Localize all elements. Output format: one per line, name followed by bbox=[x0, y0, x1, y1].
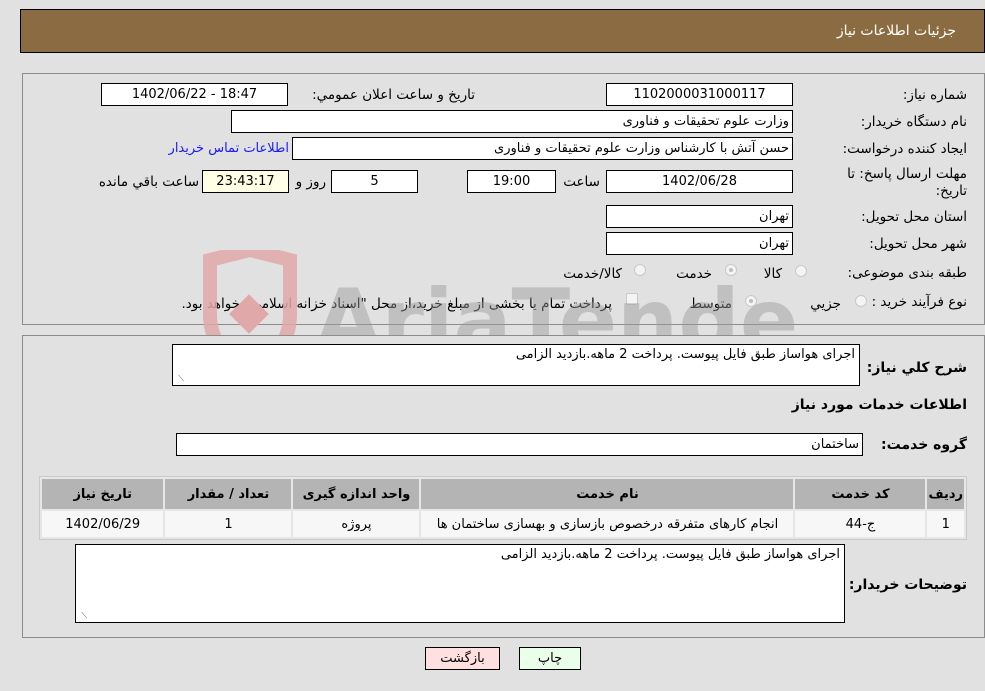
service-group-label: گروه خدمت: bbox=[881, 437, 967, 453]
requester-label: ایجاد کننده درخواست: bbox=[842, 141, 967, 157]
province-field: تهران bbox=[606, 205, 793, 228]
purchase-process-label: نوع فرآیند خرید : bbox=[871, 294, 967, 310]
back-button[interactable]: بازگشت bbox=[425, 647, 500, 670]
resize-grip-icon[interactable]: ⟋ bbox=[78, 611, 87, 620]
buyer-org-label: نام دستگاه خريدار: bbox=[860, 114, 967, 130]
page-header: جزئیات اطلاعات نیاز bbox=[20, 9, 985, 53]
process-radio-minor[interactable] bbox=[855, 295, 867, 307]
announce-datetime-label: تاریخ و ساعت اعلان عمومي: bbox=[312, 87, 475, 103]
description-textarea[interactable]: اجرای هواساز طبق فایل پیوست. پرداخت 2 ما… bbox=[172, 344, 860, 386]
category-radio-service[interactable] bbox=[725, 264, 737, 276]
cell-need-date: 1402/06/29 bbox=[42, 511, 164, 537]
treasury-note: پرداخت تمام یا بخشی از مبلغ خرید،از محل … bbox=[181, 296, 612, 312]
buyer-contact-link[interactable]: اطلاعات تماس خریدار bbox=[169, 141, 289, 156]
process-radio-medium[interactable] bbox=[745, 295, 757, 307]
process-option-minor: جزيي bbox=[810, 296, 841, 312]
col-header-need-date: تاریخ نیاز bbox=[42, 479, 164, 509]
deadline-label-line1: مهلت ارسال پاسخ: تا bbox=[847, 166, 967, 182]
buyer-notes-textarea[interactable]: اجرای هواساز طبق فایل پیوست. پرداخت 2 ما… bbox=[75, 544, 845, 623]
page-title: جزئیات اطلاعات نیاز bbox=[836, 23, 956, 39]
deadline-time-label: ساعت bbox=[563, 174, 600, 190]
city-label: شهر محل تحویل: bbox=[869, 236, 967, 252]
service-group-field: ساختمان bbox=[176, 433, 863, 456]
buyer-notes-label: توضیحات خریدار: bbox=[848, 577, 967, 593]
process-option-medium: متوسط bbox=[689, 296, 732, 312]
col-header-unit: واحد اندازه گیری bbox=[293, 479, 420, 509]
buyer-org-field: وزارت علوم تحقیقات و فناوری bbox=[231, 110, 793, 133]
announce-datetime-field: 1402/06/22 - 18:47 bbox=[101, 83, 288, 106]
cell-unit: پروژه bbox=[293, 511, 420, 537]
services-table: ردیف کد خدمت نام خدمت واحد اندازه گیری ت… bbox=[39, 476, 967, 540]
remaining-time-label: ساعت باقي مانده bbox=[98, 174, 199, 190]
remaining-time-field: 23:43:17 bbox=[202, 170, 289, 193]
col-header-service-name: نام خدمت bbox=[421, 479, 794, 509]
city-field: تهران bbox=[606, 232, 793, 255]
need-number-label: شماره نیاز: bbox=[902, 87, 967, 103]
province-label: استان محل تحویل: bbox=[861, 209, 967, 225]
days-label: روز و bbox=[295, 174, 326, 190]
description-text: اجرای هواساز طبق فایل پیوست. پرداخت 2 ما… bbox=[515, 347, 855, 362]
col-header-quantity: تعداد / مقدار bbox=[165, 479, 292, 509]
requester-field: حسن آتش با کارشناس وزارت علوم تحقیقات و … bbox=[292, 137, 793, 160]
category-label: طبقه بندی موضوعی: bbox=[847, 265, 967, 281]
cell-row-number: 1 bbox=[927, 511, 964, 537]
services-heading: اطلاعات خدمات مورد نیاز bbox=[791, 397, 967, 413]
category-option-goods-service: کالا/خدمت bbox=[563, 266, 622, 282]
col-header-service-code: کد خدمت bbox=[795, 479, 926, 509]
resize-grip-icon[interactable]: ⟋ bbox=[175, 374, 184, 383]
deadline-label-line2: تاریخ: bbox=[935, 183, 967, 199]
col-header-row-number: ردیف bbox=[927, 479, 964, 509]
table-header-row: ردیف کد خدمت نام خدمت واحد اندازه گیری ت… bbox=[42, 479, 964, 509]
category-radio-goods[interactable] bbox=[795, 265, 807, 277]
deadline-time-field: 19:00 bbox=[467, 170, 556, 193]
treasury-checkbox[interactable] bbox=[626, 293, 638, 305]
cell-service-code: ج-44 bbox=[795, 511, 926, 537]
table-row: 1 ج-44 انجام کارهای متفرقه درخصوص بازساز… bbox=[42, 511, 964, 537]
cell-quantity: 1 bbox=[165, 511, 292, 537]
need-number-field: 1102000031000117 bbox=[606, 83, 793, 106]
description-label: شرح کلي نياز: bbox=[866, 360, 967, 376]
category-option-service: خدمت bbox=[676, 266, 712, 282]
cell-service-name: انجام کارهای متفرقه درخصوص بازسازی و بهس… bbox=[421, 511, 794, 537]
remaining-days-field: 5 bbox=[331, 170, 418, 193]
deadline-date-field: 1402/06/28 bbox=[606, 170, 793, 193]
category-option-goods: کالا bbox=[763, 266, 782, 282]
buyer-notes-text: اجرای هواساز طبق فایل پیوست. پرداخت 2 ما… bbox=[500, 547, 840, 562]
print-button[interactable]: چاپ bbox=[519, 647, 581, 670]
category-radio-goods-service[interactable] bbox=[634, 264, 646, 276]
